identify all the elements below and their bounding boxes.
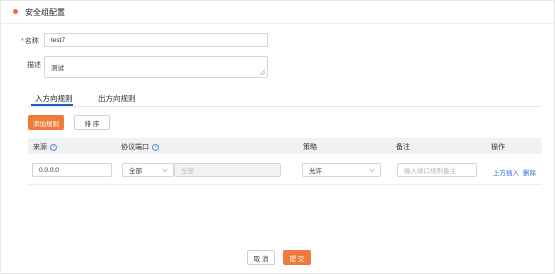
tab-outbound-rules[interactable]: 出方向规则 xyxy=(98,93,136,104)
column-source-label: 来源 xyxy=(33,144,47,151)
protocol-value: 全部 xyxy=(129,168,142,175)
table-row-divider xyxy=(28,184,542,185)
source-input[interactable]: 0.0.0.0 xyxy=(32,163,112,177)
source-value: 0.0.0.0 xyxy=(39,166,59,174)
port-input[interactable]: 全部 xyxy=(174,163,281,177)
column-protocol-port-label: 协议端口 xyxy=(121,144,149,151)
name-input-value: test7 xyxy=(51,36,66,44)
add-rule-button[interactable]: 添加规则 xyxy=(28,115,64,130)
help-icon[interactable]: ? xyxy=(152,143,159,151)
page-title: 安全组配置 xyxy=(25,8,65,17)
column-remark: 备注 xyxy=(396,144,410,151)
rule-tabs: 入方向规则 出方向规则 xyxy=(28,89,542,107)
protocol-select[interactable]: 全部 xyxy=(122,163,174,177)
tab-inbound-rules[interactable]: 入方向规则 xyxy=(35,93,73,104)
name-label: 名称 xyxy=(24,38,39,45)
delete-link[interactable]: 删除 xyxy=(523,167,536,177)
description-textarea[interactable]: 测试 xyxy=(44,56,268,78)
column-policy: 策略 xyxy=(303,144,317,151)
remark-placeholder: 输入端口规则备注 xyxy=(404,168,456,175)
rules-table-header: 来源? 协议端口? 策略 备注 操作 xyxy=(28,138,542,154)
policy-value: 允许 xyxy=(309,168,322,175)
help-icon[interactable]: ? xyxy=(50,143,57,151)
cancel-button[interactable]: 取 消 xyxy=(247,250,275,265)
column-source: 来源? xyxy=(33,142,57,152)
required-mark: * xyxy=(21,38,24,45)
column-actions: 操作 xyxy=(491,144,505,151)
page-header: 安全组配置 xyxy=(0,0,555,24)
column-protocol-port: 协议端口? xyxy=(121,142,159,152)
chevron-down-icon xyxy=(369,168,375,172)
status-dot-icon xyxy=(13,9,18,14)
resize-handle-icon[interactable] xyxy=(260,70,265,75)
name-input[interactable]: test7 xyxy=(44,33,268,47)
sort-button[interactable]: 排 序 xyxy=(74,115,110,130)
policy-select[interactable]: 允许 xyxy=(302,163,381,177)
description-label: 描述 xyxy=(27,62,41,69)
port-placeholder: 全部 xyxy=(181,168,194,175)
chevron-down-icon xyxy=(162,168,168,172)
name-label-wrap: *名称 xyxy=(21,36,39,46)
remark-input[interactable]: 输入端口规则备注 xyxy=(397,163,477,177)
description-value: 测试 xyxy=(51,65,64,72)
active-tab-indicator xyxy=(31,104,73,106)
insert-above-link[interactable]: 上方插入 xyxy=(493,167,519,177)
submit-button[interactable]: 提 交 xyxy=(283,250,311,265)
